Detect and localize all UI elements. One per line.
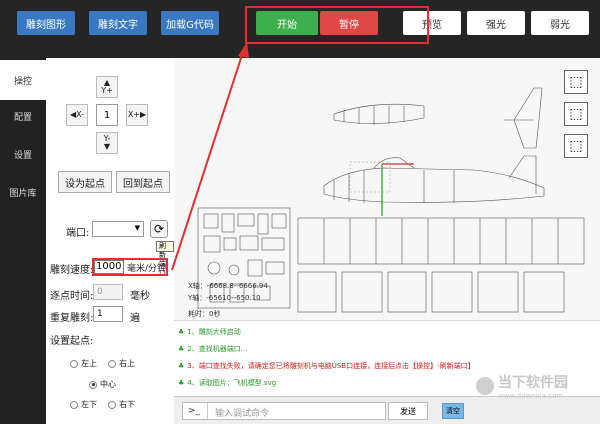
tree-icon: ♣ — [178, 379, 185, 387]
repeat-label: 重复雕刻: — [50, 313, 94, 324]
watermark: 当下软件园 www.downxia.com — [476, 372, 568, 400]
x-plus-label: X+ — [127, 110, 141, 119]
arrow-down-icon: ▼ — [103, 142, 111, 151]
repeat-unit: 遍 — [130, 313, 140, 324]
refresh-tooltip: 刷新端口 — [156, 241, 174, 277]
y-axis-readout: Y轴：-65610--650.10 — [188, 294, 261, 302]
origin-radio-top-right[interactable]: 右上 — [108, 358, 135, 369]
move-x-minus-button[interactable]: ◀ X- — [66, 104, 88, 126]
radio-checked-icon — [89, 380, 97, 389]
tree-icon: ♣ — [178, 362, 185, 370]
radio-circle-icon — [108, 400, 116, 409]
engrave-shape-button[interactable]: 雕刻图形 — [17, 11, 75, 35]
tree-icon: ♣ — [178, 345, 185, 353]
watermark-brand: 当下软件园 — [498, 375, 568, 391]
arrow-right-icon: ▶ — [140, 110, 147, 119]
sidebar-item-config[interactable]: 配置 — [0, 96, 46, 136]
log-line: ♣ 2、查找机器端口... — [178, 345, 248, 353]
tree-icon: ♣ — [178, 328, 185, 336]
speed-unit: 毫米/分钟 — [127, 264, 167, 274]
view-cube-top-button[interactable]: ⬚ — [564, 70, 588, 94]
port-label: 端口: — [66, 228, 90, 239]
dot-time-input[interactable]: 0 — [93, 284, 123, 300]
move-y-minus-button[interactable]: Y- ▼ — [96, 132, 118, 154]
y-plus-label: Y+ — [101, 86, 113, 95]
radio-circle-icon — [108, 359, 116, 368]
refresh-port-button[interactable]: ⟳ — [150, 220, 168, 238]
control-panel: ▲ Y+ ◀ X- 1 X+ ▶ Y- ▼ 设为起点 回到起点 端口: ▼ ⟳ 刷新端口… — [46, 58, 174, 424]
command-placeholder: 输入调试命令 — [215, 409, 270, 419]
dot-time-unit: 毫秒 — [130, 291, 150, 302]
origin-label: 设置起点: — [50, 336, 94, 347]
sidebar-item-control[interactable]: 操控 — [0, 60, 46, 100]
watermark-logo-icon — [476, 377, 494, 395]
clear-button[interactable]: 清空 — [442, 403, 464, 419]
load-gcode-button[interactable]: 加载G代码 — [161, 11, 219, 35]
engrave-text-button[interactable]: 雕刻文字 — [89, 11, 147, 35]
log-line: ♣ 3、端口查找失败，请确定您已将雕刻机与电脑USB口连接，连接后点击【操控】-刷… — [178, 362, 475, 370]
log-line: ♣ 1、雕刻大师启动 — [178, 328, 241, 336]
origin-radio-bottom-left[interactable]: 左下 — [70, 399, 97, 410]
highlight-callout-box — [245, 6, 429, 44]
return-origin-button[interactable]: 回到起点 — [116, 171, 170, 193]
log-line: ♣ 4、读取图片：飞机模型.svg — [178, 379, 277, 387]
sidebar: 操控 配置 设置 图片库 — [0, 58, 46, 424]
move-x-plus-button[interactable]: X+ ▶ — [126, 104, 148, 126]
sidebar-item-gallery[interactable]: 图片库 — [0, 172, 46, 212]
sidebar-item-settings[interactable]: 设置 — [0, 134, 46, 174]
speed-input[interactable]: 1000 — [94, 260, 124, 274]
view-cube-front-button[interactable]: ⬚ — [564, 102, 588, 126]
engrave-canvas[interactable]: ⬚ ⬚ ⬚ X轴：-6668.8--6666.94 Y轴：-65610--650… — [174, 58, 600, 320]
cube-icon: ⬚ — [569, 106, 583, 122]
cube-icon: ⬚ — [569, 74, 583, 90]
x-minus-label: X- — [76, 110, 85, 119]
watermark-url: www.downxia.com — [498, 392, 564, 400]
view-cube-iso-button[interactable]: ⬚ — [564, 134, 588, 158]
radio-circle-icon — [70, 400, 78, 409]
send-button[interactable]: 发送 — [388, 402, 428, 420]
x-axis-readout: X轴：-6668.8--6666.94 — [188, 282, 268, 290]
dot-time-label: 逐点时间: — [50, 291, 94, 302]
step-input[interactable]: 1 — [96, 104, 118, 126]
weak-light-button[interactable]: 弱光 — [531, 11, 589, 35]
repeat-input[interactable]: 1 — [93, 306, 123, 322]
port-select[interactable]: ▼ — [92, 221, 144, 237]
elapsed-time-readout: 耗时：0秒 — [188, 310, 221, 318]
speed-label: 雕刻速度: — [50, 265, 94, 276]
cube-icon: ⬚ — [569, 138, 583, 154]
move-y-plus-button[interactable]: ▲ Y+ — [96, 76, 118, 98]
chevron-down-icon: ▼ — [134, 224, 140, 232]
refresh-icon: ⟳ — [153, 222, 165, 236]
prompt-icon: >_ — [188, 406, 201, 416]
command-bar: >_ 输入调试命令 发送 清空 — [174, 396, 600, 424]
debug-command-input[interactable]: >_ 输入调试命令 — [182, 402, 386, 420]
strong-light-button[interactable]: 强光 — [467, 11, 525, 35]
coordinate-readout: X轴：-6668.8--6666.94 Y轴：-65610--650.10 耗时… — [188, 280, 268, 320]
radio-circle-icon — [70, 359, 78, 368]
origin-radio-bottom-right[interactable]: 右下 — [108, 399, 135, 410]
set-origin-button[interactable]: 设为起点 — [58, 171, 112, 193]
origin-radio-center[interactable]: 中心 — [89, 379, 116, 390]
origin-radio-top-left[interactable]: 左上 — [70, 358, 97, 369]
